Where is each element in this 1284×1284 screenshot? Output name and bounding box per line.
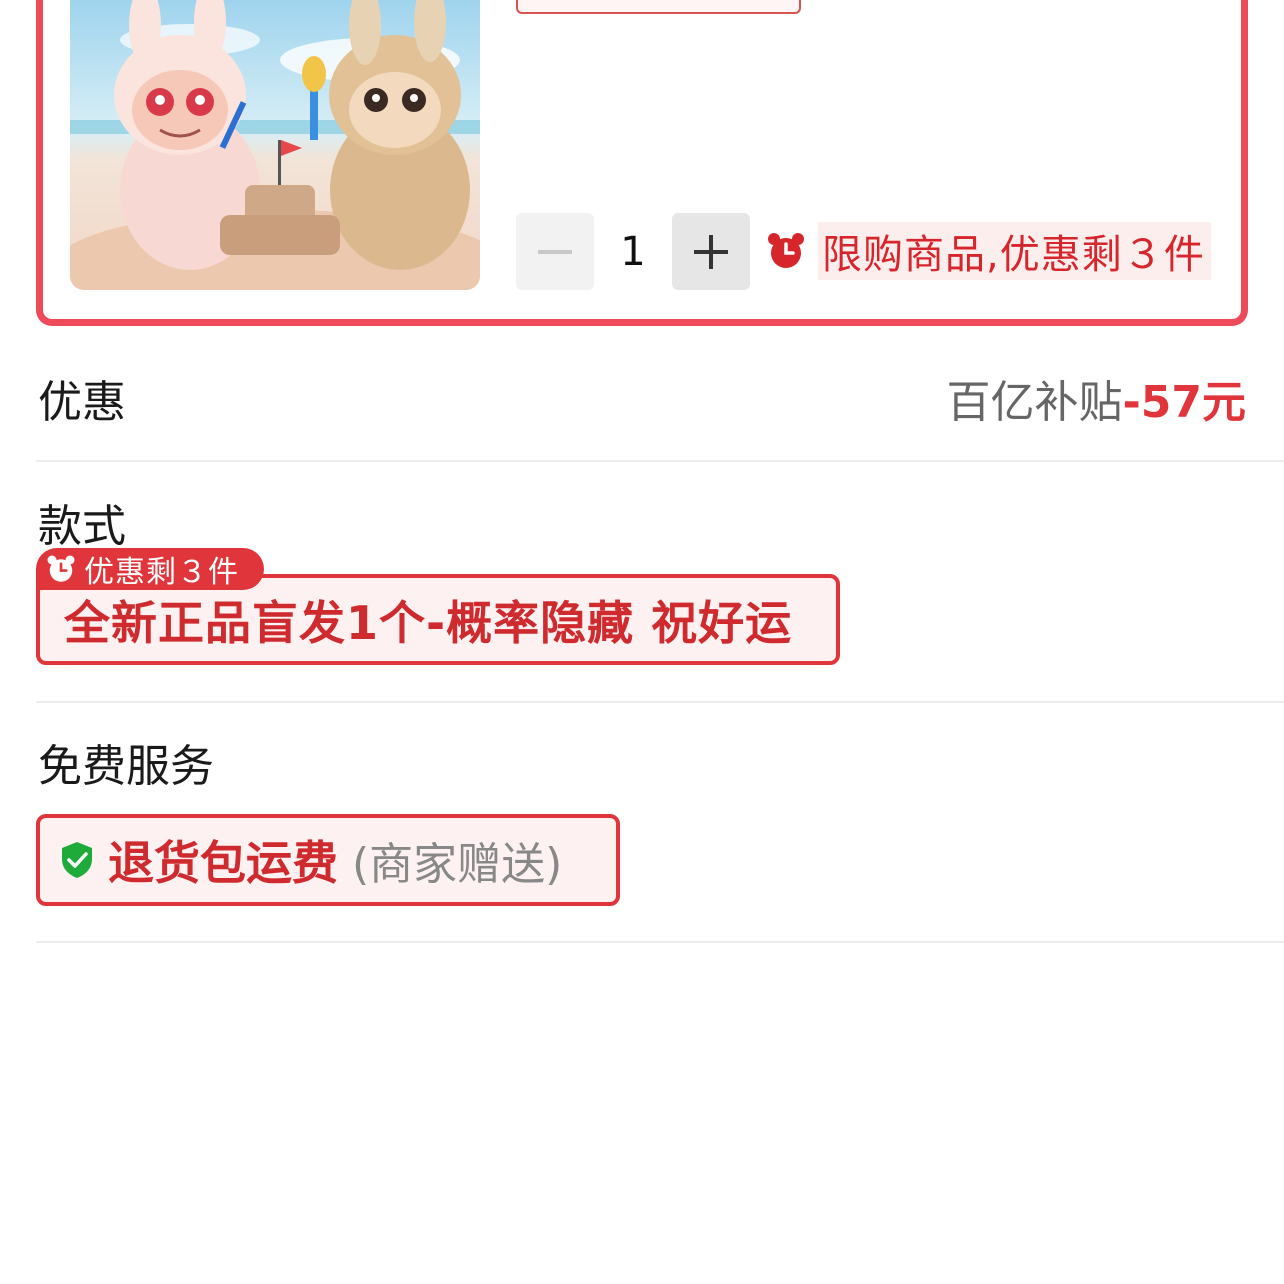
alarm-clock-icon: [768, 233, 804, 268]
discount-value[interactable]: 百亿补贴-57元: [947, 366, 1247, 430]
style-discount-badge: 优惠剩３件: [36, 548, 264, 590]
return-shipping-service[interactable]: 退货包运费 (商家赠送): [36, 814, 620, 906]
purchase-limit-notice: 限购商品,优惠剩３件: [766, 222, 1211, 280]
plus-icon: [694, 234, 728, 269]
style-label: 款式: [38, 501, 126, 552]
divider: [36, 701, 1284, 703]
service-name: 退货包运费: [108, 836, 338, 890]
quantity-increase-button[interactable]: [672, 213, 750, 290]
style-option-text: 全新正品盲发1个-概率隐藏 祝好运: [64, 595, 793, 650]
alarm-clock-icon: [47, 555, 75, 582]
quantity-value[interactable]: 1: [594, 213, 672, 290]
free-service-label: 免费服务: [38, 741, 214, 792]
product-image[interactable]: [70, 0, 480, 290]
discount-source: 百亿补贴: [946, 377, 1123, 428]
style-badge-text: 优惠剩３件: [84, 555, 239, 590]
quantity-decrease-button[interactable]: [516, 213, 594, 290]
divider: [36, 941, 1284, 943]
coupon-tag: [516, 0, 801, 14]
divider: [36, 460, 1284, 462]
discount-label: 优惠: [38, 377, 126, 428]
shield-check-icon: [62, 842, 92, 878]
service-note: (商家赠送): [352, 839, 563, 890]
discount-amount: -57元: [1122, 377, 1247, 428]
limit-notice-text: 限购商品,优惠剩３件: [818, 222, 1211, 280]
labubu-figures-on-beach-image: [70, 0, 480, 290]
minus-icon: [538, 249, 572, 254]
